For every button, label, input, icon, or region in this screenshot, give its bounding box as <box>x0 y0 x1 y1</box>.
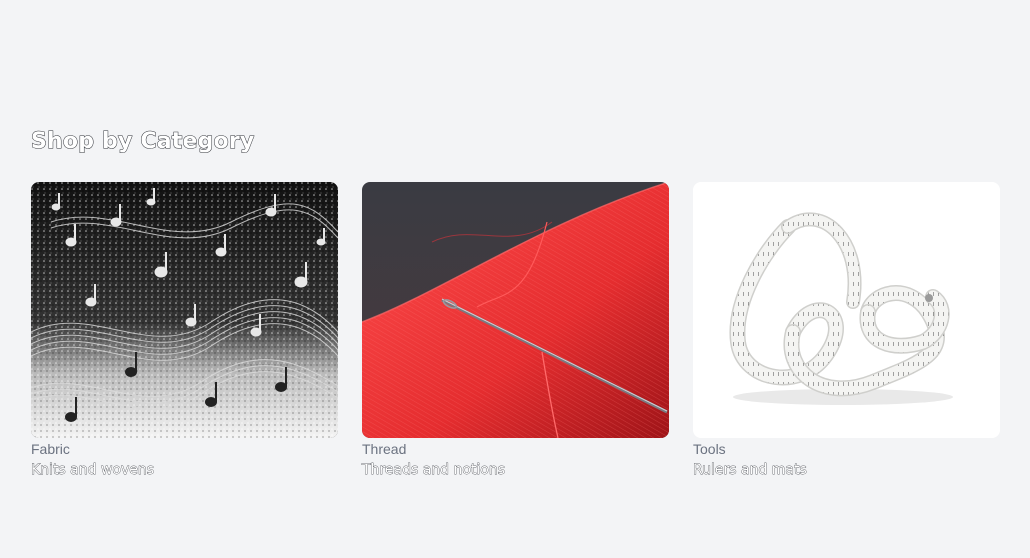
category-card-thread[interactable]: Thread Threads and notions <box>362 182 669 480</box>
category-label: Tools <box>693 441 726 457</box>
category-subtitle: Threads and notions <box>362 462 506 479</box>
shop-by-category-section: Shop by Category Fabric Knits and wovens… <box>31 124 1002 478</box>
fabric-image <box>31 182 338 438</box>
category-subtitle: Knits and wovens <box>31 462 155 479</box>
category-grid: Fabric Knits and wovens Thread Threads a… <box>31 182 1002 480</box>
category-label: Fabric <box>31 441 70 457</box>
section-title: Shop by Category <box>31 129 255 155</box>
category-subtitle: Rulers and mats <box>693 462 807 479</box>
category-card-tools[interactable]: Tools Rulers and mats <box>693 182 1000 480</box>
tools-image <box>693 182 1000 438</box>
category-label: Thread <box>362 441 407 457</box>
thread-image <box>362 182 669 438</box>
category-card-fabric[interactable]: Fabric Knits and wovens <box>31 182 338 480</box>
